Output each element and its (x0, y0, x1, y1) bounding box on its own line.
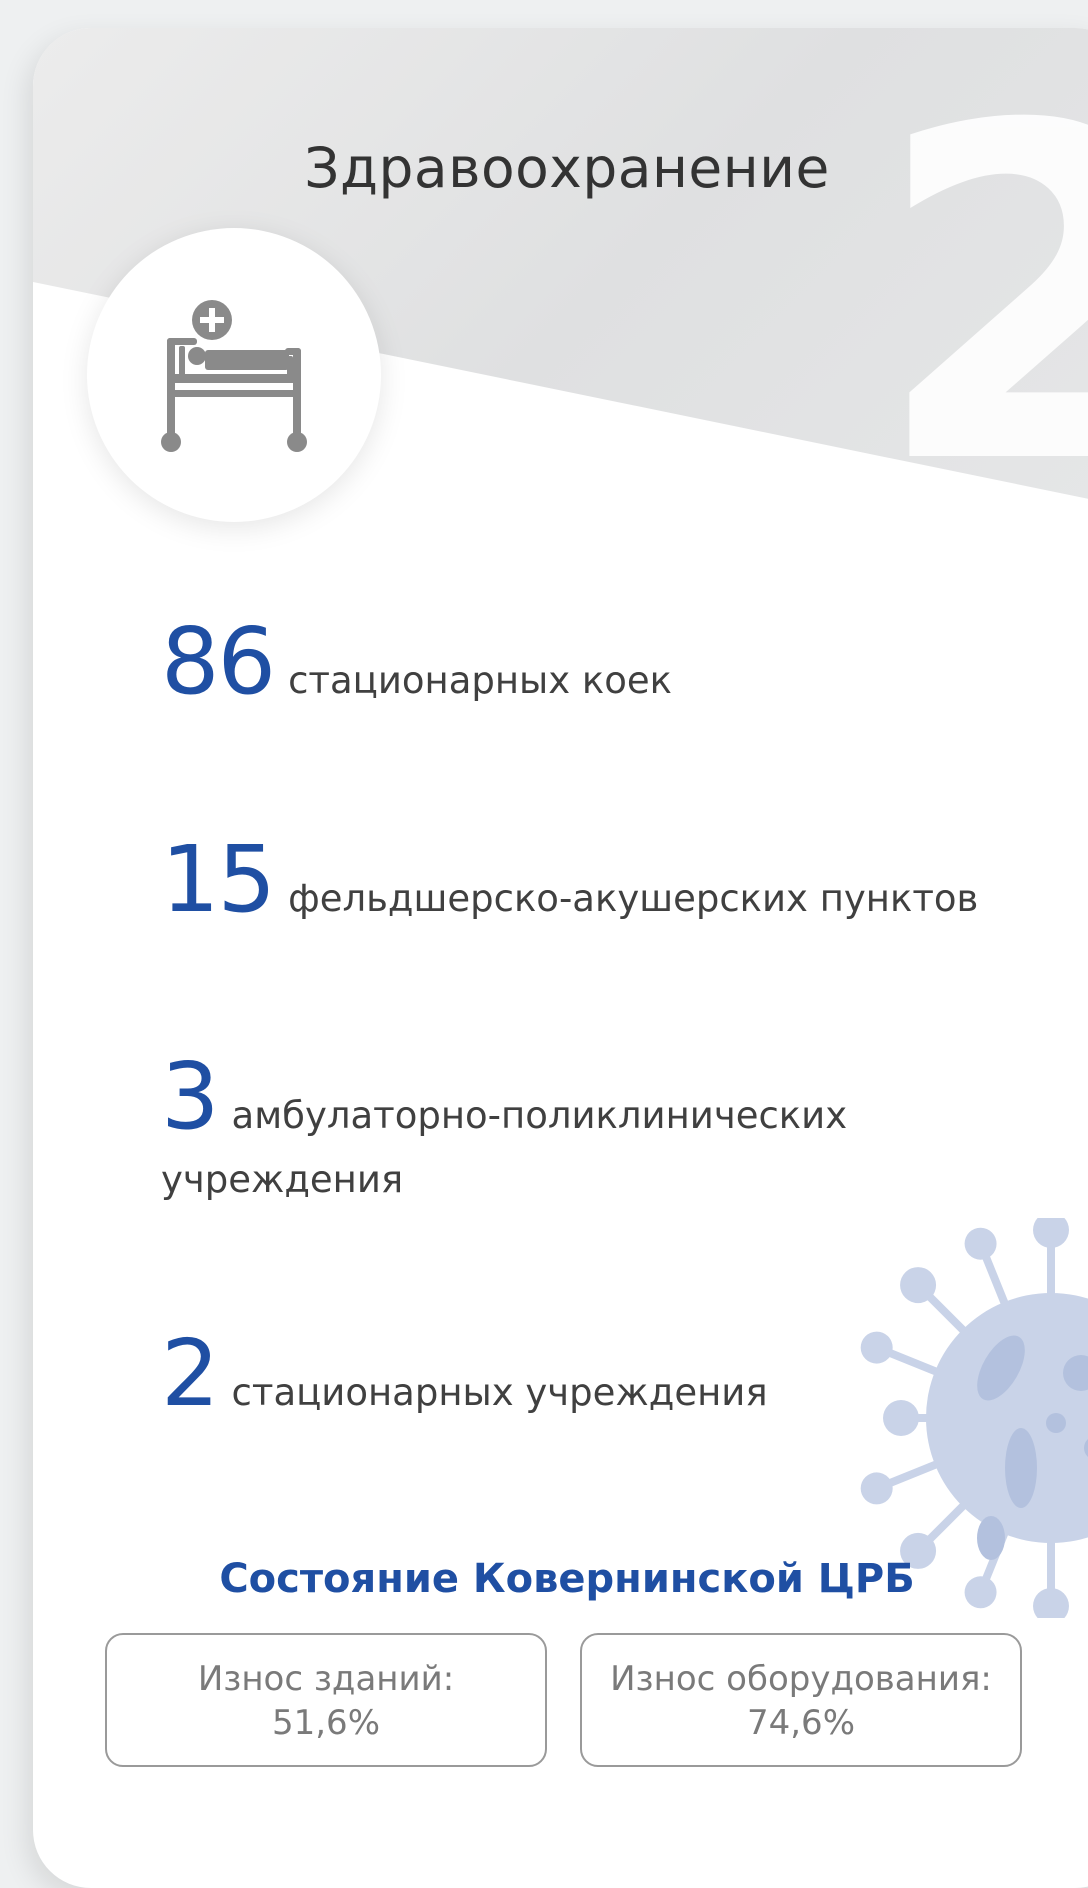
equipment-wear-label: Износ оборудования: (610, 1659, 992, 1699)
stat-value: 15 (161, 826, 276, 933)
stat-label: стационарных коек (288, 659, 673, 702)
healthcare-card: 2 Здравоохранение 86 стационарных коек 1… (33, 28, 1088, 1888)
card-title: Здравоохранение (304, 136, 830, 200)
equipment-wear-value: 74,6% (746, 1703, 855, 1743)
stat-value: 3 (161, 1043, 220, 1150)
buildings-wear-label: Износ зданий: (197, 1659, 455, 1699)
icon-circle (87, 228, 381, 522)
stat-label: фельдшерско-акушерских пунктов (288, 877, 979, 920)
stat-beds: 86 стационарных коек (161, 608, 1041, 715)
stat-feldsher-points: 15 фельдшерско-акушерских пунктов (161, 826, 1041, 933)
stat-value: 2 (161, 1320, 220, 1427)
stat-label: амбулаторно-поликлинических учреждения (161, 1094, 848, 1201)
stat-outpatient: 3 амбулаторно-поликлинических учреждения (161, 1043, 941, 1210)
hospital-bed-icon (161, 300, 307, 452)
crb-title: Состояние Ковернинской ЦРБ (219, 1556, 915, 1602)
buildings-wear-value: 51,6% (271, 1703, 380, 1743)
equipment-wear-box: Износ оборудования: 74,6% (580, 1633, 1022, 1767)
stat-label: стационарных учреждения (231, 1371, 768, 1414)
stat-value: 86 (161, 608, 276, 715)
buildings-wear-box: Износ зданий: 51,6% (105, 1633, 547, 1767)
